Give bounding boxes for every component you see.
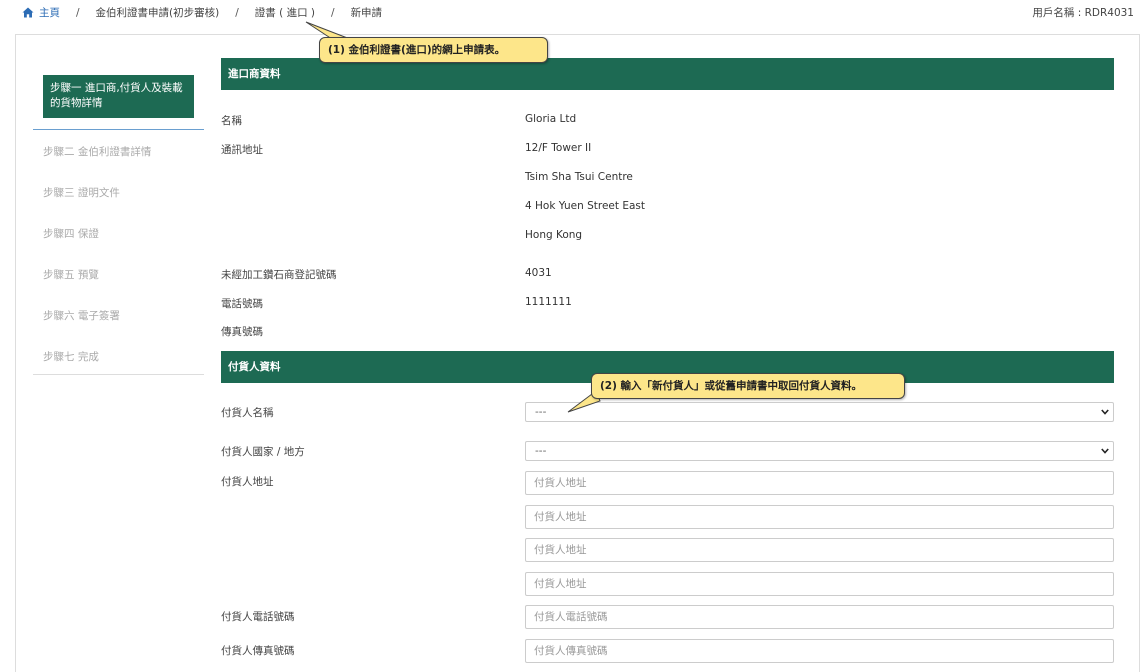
consignor-address-line-1-input[interactable]: [525, 471, 1114, 495]
step-3[interactable]: 步驟三 證明文件: [43, 185, 204, 226]
breadcrumb-separator: /: [235, 6, 239, 19]
importer-phone-label: 電話號碼: [221, 298, 263, 310]
importer-address-line-3: 4 Hok Yuen Street East: [525, 200, 645, 212]
breadcrumb-item-new: 新申請: [350, 7, 383, 19]
step-navigation: 步驟一 進口商,付貨人及裝載的貨物詳情 步驟二 金伯利證書詳情 步驟三 證明文件…: [33, 75, 204, 375]
step-5[interactable]: 步驟五 預覽: [43, 267, 204, 308]
consignor-phone-input[interactable]: [525, 605, 1114, 629]
user-name-label: 用戶名稱 : RDR4031: [1032, 7, 1134, 19]
consignor-address-label: 付貨人地址: [221, 476, 274, 488]
consignor-address-line-4-input[interactable]: [525, 572, 1114, 596]
importer-address-line-1: 12/F Tower II: [525, 142, 592, 154]
importer-address-line-2: Tsim Sha Tsui Centre: [525, 171, 633, 183]
consignor-fax-label: 付貨人傳真號碼: [221, 645, 295, 657]
callout-annotation-1: (1) 金伯利證書(進口)的網上申請表。: [319, 37, 548, 63]
consignor-country-selected: ---: [535, 445, 547, 457]
importer-name-value: Gloria Ltd: [525, 113, 577, 125]
breadcrumb: 主頁 / 金伯利證書申請(初步審核) / 證書 ( 進口 ) / 新申請: [22, 5, 382, 20]
importer-registration-value: 4031: [525, 267, 552, 279]
steps-bottom-divider: [33, 374, 204, 375]
top-bar: 主頁 / 金伯利證書申請(初步審核) / 證書 ( 進口 ) / 新申請 用戶名…: [0, 0, 1148, 22]
consignor-phone-label: 付貨人電話號碼: [221, 611, 295, 623]
home-icon[interactable]: [22, 7, 34, 18]
importer-registration-label: 未經加工鑽石商登記號碼: [221, 269, 337, 281]
breadcrumb-separator: /: [76, 6, 80, 19]
step-2[interactable]: 步驟二 金伯利證書詳情: [43, 144, 204, 185]
consignor-name-selected: ---: [535, 406, 547, 418]
chevron-down-icon: [1101, 409, 1109, 415]
breadcrumb-item-application[interactable]: 金伯利證書申請(初步審核): [96, 5, 220, 20]
consignor-name-label: 付貨人名稱: [221, 407, 274, 419]
importer-phone-value: 1111111: [525, 296, 572, 308]
importer-address-label: 通訊地址: [221, 144, 263, 156]
chevron-down-icon: [1101, 448, 1109, 454]
importer-name-label: 名稱: [221, 115, 242, 127]
step-6[interactable]: 步驟六 電子簽署: [43, 308, 204, 349]
breadcrumb-item-certificate[interactable]: 證書 ( 進口 ): [255, 5, 315, 20]
step-7[interactable]: 步驟七 完成: [43, 349, 204, 374]
breadcrumb-home-link[interactable]: 主頁: [39, 5, 60, 20]
consignor-address-line-3-input[interactable]: [525, 538, 1114, 562]
breadcrumb-separator: /: [331, 6, 335, 19]
consignor-name-select[interactable]: ---: [525, 402, 1114, 422]
callout-annotation-2: (2) 輸入「新付貨人」或從舊申請書中取回付貨人資料。: [591, 373, 905, 399]
consignor-country-label: 付貨人國家 / 地方: [221, 446, 305, 458]
consignor-fax-input[interactable]: [525, 639, 1114, 663]
importer-address-line-4: Hong Kong: [525, 229, 583, 241]
importer-fax-label: 傳真號碼: [221, 326, 263, 338]
step-4[interactable]: 步驟四 保證: [43, 226, 204, 267]
step-1-active[interactable]: 步驟一 進口商,付貨人及裝載的貨物詳情: [43, 75, 194, 118]
consignor-address-line-2-input[interactable]: [525, 505, 1114, 529]
consignor-country-select[interactable]: ---: [525, 441, 1114, 461]
step-divider: [33, 118, 204, 130]
